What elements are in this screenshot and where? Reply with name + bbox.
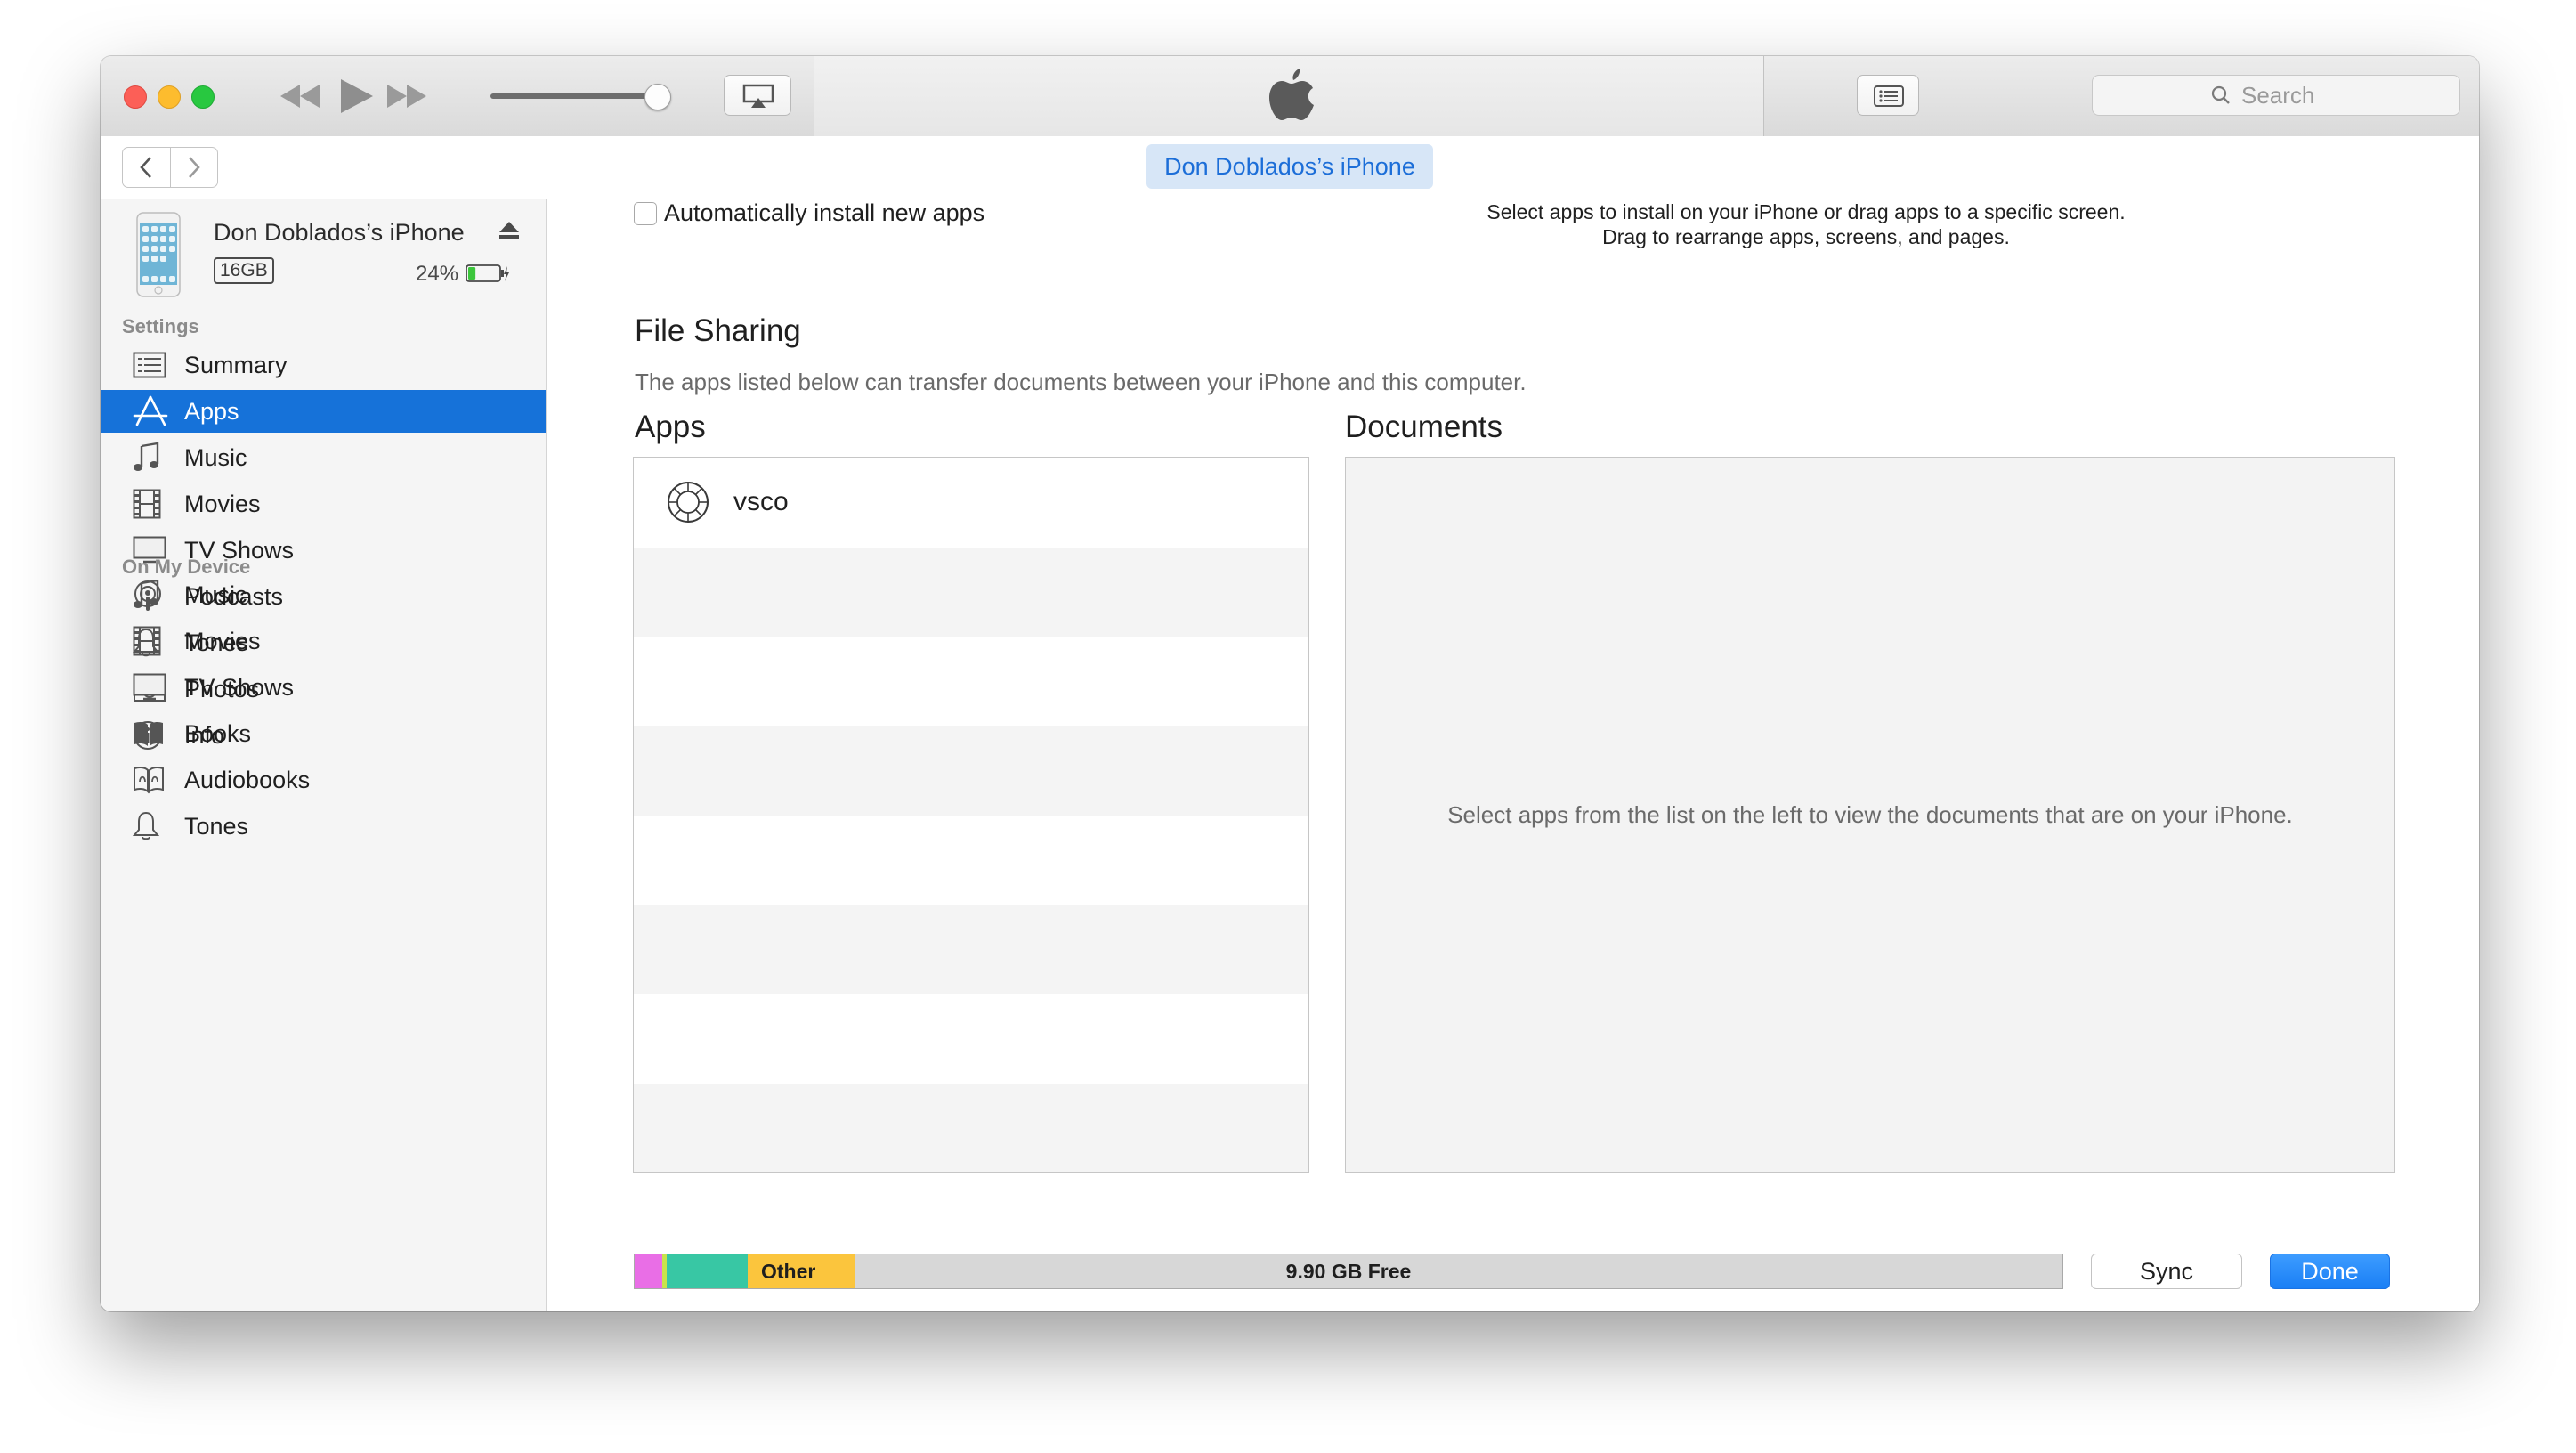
sidebar-item-label: Movies bbox=[184, 490, 261, 517]
app-name: vsco bbox=[733, 487, 789, 517]
sidebar-item-audiobooks[interactable]: Audiobooks bbox=[101, 759, 546, 801]
storage-free-label: 9.90 GB Free bbox=[1285, 1260, 1412, 1283]
file-sharing-description: The apps listed below can transfer docum… bbox=[635, 369, 1527, 395]
settings-section-label: Settings bbox=[122, 315, 199, 337]
chevron-left-icon bbox=[140, 157, 152, 178]
book-icon bbox=[133, 716, 172, 751]
music-note-icon bbox=[133, 440, 172, 475]
sidebar-item-label: Audiobooks bbox=[184, 766, 311, 793]
sidebar-item-tv-shows[interactable]: TV Shows bbox=[101, 666, 546, 709]
airplay-icon bbox=[742, 84, 774, 108]
storage-capacity-bar[interactable]: Other 9.90 GB Free bbox=[634, 1254, 2063, 1289]
search-icon bbox=[2211, 85, 2230, 104]
battery-percentage: 24% bbox=[416, 262, 459, 286]
empty-row bbox=[634, 994, 1308, 1084]
eject-icon[interactable] bbox=[498, 221, 520, 245]
summary-icon bbox=[133, 347, 172, 383]
auto-install-label: Automatically install new apps bbox=[664, 199, 985, 226]
apple-logo-icon bbox=[1269, 69, 1314, 120]
volume-knob[interactable] bbox=[644, 84, 671, 110]
volume-slider[interactable] bbox=[490, 93, 660, 99]
list-icon bbox=[1874, 85, 1904, 107]
audiobook-icon bbox=[133, 762, 172, 798]
vsco-icon bbox=[668, 482, 709, 524]
sidebar-item-books[interactable]: Books bbox=[101, 712, 546, 755]
apps-icon bbox=[133, 394, 172, 429]
tv-icon bbox=[133, 670, 172, 705]
done-button[interactable]: Done bbox=[2270, 1254, 2390, 1289]
device-button[interactable]: Don Doblados’s iPhone bbox=[1146, 144, 1433, 189]
sidebar-item-apps[interactable]: Apps bbox=[101, 390, 546, 433]
empty-row bbox=[634, 905, 1308, 994]
sidebar-item-label: Music bbox=[184, 580, 247, 608]
close-window-button[interactable] bbox=[124, 85, 147, 109]
sidebar-item-summary[interactable]: Summary bbox=[101, 344, 546, 386]
search-field[interactable] bbox=[2092, 75, 2460, 116]
bell-icon bbox=[133, 808, 172, 844]
music-note-icon bbox=[133, 577, 172, 613]
airplay-button[interactable] bbox=[724, 75, 791, 116]
minimize-window-button[interactable] bbox=[158, 85, 181, 109]
lcd-display bbox=[814, 56, 1764, 136]
sidebar-item-label: Books bbox=[184, 719, 252, 747]
up-next-button[interactable] bbox=[1857, 75, 1919, 116]
back-button[interactable] bbox=[123, 148, 171, 187]
sidebar: Don Doblados’s iPhone 16GB 24% Settings … bbox=[101, 199, 547, 1311]
rewind-icon[interactable] bbox=[279, 83, 321, 110]
app-row-vsco[interactable]: vsco bbox=[634, 458, 1308, 548]
sidebar-item-label: Summary bbox=[184, 351, 288, 378]
empty-row bbox=[634, 637, 1308, 726]
toolbar bbox=[101, 56, 2479, 137]
sidebar-item-music[interactable]: Music bbox=[101, 573, 546, 616]
apps-column-title: Apps bbox=[635, 410, 706, 444]
install-hint: Select apps to install on your iPhone or… bbox=[1472, 199, 2140, 249]
file-sharing-apps-list[interactable]: vsco bbox=[633, 457, 1309, 1173]
sidebar-item-movies[interactable]: Movies bbox=[101, 483, 546, 525]
file-sharing-title: File Sharing bbox=[635, 313, 801, 348]
back-forward-buttons bbox=[122, 147, 218, 188]
film-icon bbox=[133, 623, 172, 659]
navigation-bar: Don Doblados’s iPhone bbox=[101, 136, 2479, 199]
battery-icon bbox=[466, 264, 510, 288]
empty-row bbox=[634, 547, 1308, 637]
install-hint-line1: Select apps to install on your iPhone or… bbox=[1486, 200, 2126, 223]
sidebar-item-label: Music bbox=[184, 443, 247, 471]
empty-row bbox=[634, 726, 1308, 816]
sidebar-item-label: TV Shows bbox=[184, 673, 295, 701]
chevron-right-icon bbox=[188, 157, 200, 178]
search-input[interactable] bbox=[2240, 80, 2341, 110]
empty-row bbox=[634, 1084, 1308, 1172]
device-name: Don Doblados’s iPhone bbox=[214, 219, 465, 246]
auto-install-checkbox[interactable] bbox=[634, 201, 657, 225]
capacity-badge: 16GB bbox=[214, 257, 274, 284]
zoom-window-button[interactable] bbox=[191, 85, 215, 109]
sidebar-item-tones[interactable]: Tones bbox=[101, 805, 546, 848]
main-content: Automatically install new apps Select ap… bbox=[547, 199, 2479, 1311]
itunes-window: Don Doblados’s iPhone Don Doblados’s iPh… bbox=[101, 56, 2479, 1311]
sidebar-item-music[interactable]: Music bbox=[101, 436, 546, 479]
sidebar-item-label: Apps bbox=[184, 397, 239, 425]
documents-panel[interactable]: Select apps from the list on the left to… bbox=[1345, 457, 2395, 1173]
documents-column-title: Documents bbox=[1345, 410, 1503, 444]
fast-forward-icon[interactable] bbox=[385, 83, 428, 110]
empty-row bbox=[634, 816, 1308, 905]
sidebar-item-label: Tones bbox=[184, 812, 249, 840]
play-icon[interactable] bbox=[339, 77, 375, 115]
install-hint-line2: Drag to rearrange apps, screens, and pag… bbox=[1602, 225, 2010, 248]
sidebar-item-movies[interactable]: Movies bbox=[101, 620, 546, 662]
auto-install-option[interactable]: Automatically install new apps bbox=[634, 199, 984, 227]
film-icon bbox=[133, 486, 172, 522]
bottom-bar: Other 9.90 GB Free Sync Done bbox=[547, 1222, 2479, 1311]
iphone-thumbnail bbox=[136, 212, 181, 302]
sync-button[interactable]: Sync bbox=[2091, 1254, 2242, 1289]
documents-empty-message: Select apps from the list on the left to… bbox=[1447, 800, 2293, 828]
forward-button[interactable] bbox=[171, 148, 218, 187]
sidebar-item-label: Movies bbox=[184, 627, 261, 654]
